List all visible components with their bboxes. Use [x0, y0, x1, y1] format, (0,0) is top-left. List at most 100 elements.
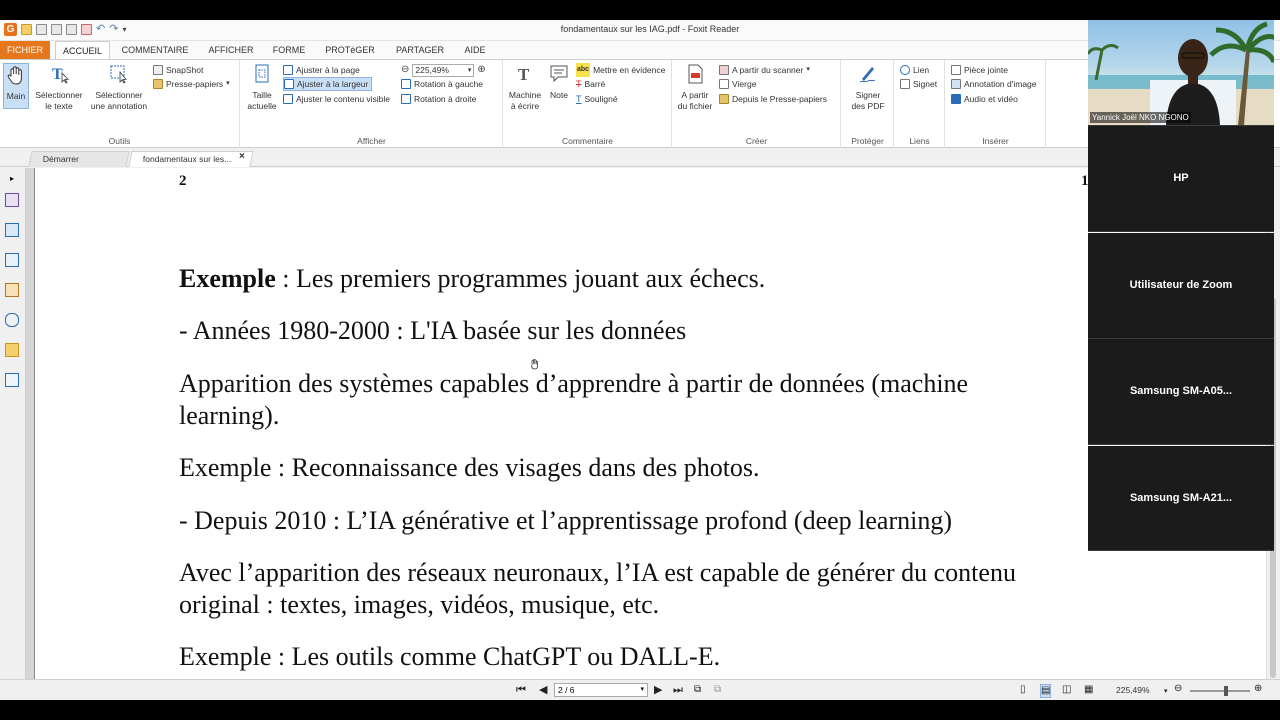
select-annotation-label-2: une annotation — [90, 101, 148, 111]
create-from-file-label-2: du fichier — [677, 101, 713, 111]
status-zoom-value[interactable]: 225,49% — [1116, 685, 1150, 695]
clipboard-dropdown-icon: ▾ — [226, 80, 230, 87]
fit-width-icon — [284, 79, 294, 89]
zoom-slider-knob[interactable] — [1224, 686, 1228, 696]
group-liens: Lien Signet Liens — [895, 60, 945, 148]
tab-fichier[interactable]: FICHIER — [0, 41, 50, 59]
strikeout-button[interactable]: T Barré — [576, 77, 605, 91]
zoom-dropdown-icon[interactable]: ▾ — [1164, 686, 1168, 698]
previous-view-icon[interactable]: ⧉ — [694, 684, 701, 696]
select-annotation-button[interactable]: Sélectionner une annotation — [88, 63, 150, 112]
text-line-7: Avec l’apparition des réseaux neuronaux,… — [179, 558, 1016, 587]
participant-tile-samsung-a05[interactable]: Samsung SM-A05... — [1088, 339, 1274, 445]
fit-width-button[interactable]: Ajuster à la largeur — [283, 77, 373, 91]
audio-video-label: Audio et vidéo — [964, 94, 1018, 104]
previous-page-icon[interactable]: ◀ — [539, 684, 547, 696]
status-zoom-out-icon[interactable]: ⊖ — [1174, 683, 1182, 695]
group-outils: Main T Sélectionner le texte Sélectionne… — [0, 60, 240, 148]
group-label-afficher: Afficher — [357, 136, 386, 146]
continuous-page-icon[interactable]: ▤ — [1040, 684, 1052, 698]
participant-name: Samsung SM-A05... — [1129, 385, 1233, 397]
pages-panel-icon[interactable] — [5, 223, 19, 237]
from-clipboard-button[interactable]: Depuis le Presse-papiers — [719, 92, 827, 106]
tab-commentaire[interactable]: COMMENTAIRE — [114, 41, 196, 59]
from-scanner-label: A partir du scanner — [732, 65, 804, 75]
actual-size-button[interactable]: Taille actuelle — [244, 63, 280, 112]
fit-page-button[interactable]: Ajuster à la page — [283, 63, 360, 77]
pdf-page: 2 1 Exemple : Les premiers programmes jo… — [34, 168, 1266, 699]
underline-label: Souligné — [584, 94, 618, 104]
participant-tile-hp[interactable]: HP — [1088, 126, 1274, 232]
status-zoom-in-icon[interactable]: ⊕ — [1254, 683, 1262, 695]
tab-aide[interactable]: AIDE — [456, 41, 494, 59]
layers-panel-icon[interactable] — [5, 253, 19, 267]
page-number-field[interactable]: 2 / 6 — [554, 683, 648, 697]
underline-button[interactable]: T Souligné — [576, 92, 618, 106]
select-text-button[interactable]: T Sélectionner le texte — [31, 63, 87, 112]
attachments-panel-icon[interactable] — [5, 313, 19, 327]
sign-pdf-button[interactable]: Signer des PDF — [844, 63, 892, 112]
document-view[interactable]: 2 1 Exemple : Les premiers programmes jo… — [26, 168, 1266, 699]
participant-tile-samsung-a21[interactable]: Samsung SM-A21... — [1088, 446, 1274, 551]
actual-size-label-1: Taille — [252, 90, 272, 100]
last-page-icon[interactable]: ⏭ — [673, 684, 683, 696]
facing-pages-icon[interactable]: ◫ — [1062, 684, 1071, 696]
tab-document[interactable]: fondamentaux sur les... — [128, 151, 254, 167]
video-scene — [1088, 21, 1274, 125]
text-line-1-rest: : Les premiers programmes jouant aux éch… — [275, 264, 766, 293]
from-scanner-button[interactable]: A partir du scanner ▾ — [719, 63, 810, 77]
link-button[interactable]: Lien — [900, 63, 929, 77]
group-commentaire: T Machine à écrire Note abc Mettre en év… — [504, 60, 672, 148]
tab-demarrer[interactable]: Démarrer — [28, 151, 130, 167]
snapshot-button[interactable]: SnapShot — [153, 63, 203, 77]
fit-visible-button[interactable]: Ajuster le contenu visible — [283, 92, 390, 106]
blank-button[interactable]: Vierge — [719, 77, 756, 91]
image-annotation-button[interactable]: Annotation d'image — [951, 77, 1037, 91]
typewriter-button[interactable]: T Machine à écrire — [506, 63, 544, 112]
group-label-creer: Créer — [745, 136, 768, 146]
security-panel-icon[interactable] — [5, 343, 19, 357]
participant-name: HP — [1173, 172, 1189, 184]
fit-visible-icon — [283, 94, 293, 104]
snapshot-label: SnapShot — [166, 65, 204, 75]
fit-visible-label: Ajuster le contenu visible — [296, 94, 391, 104]
create-from-file-button[interactable]: A partir du fichier — [675, 63, 715, 112]
zoom-out-icon[interactable]: ⊖ — [401, 63, 409, 77]
audio-video-button[interactable]: Audio et vidéo — [951, 92, 1018, 106]
zoom-in-icon[interactable]: ⊕ — [477, 63, 485, 77]
group-proteger: Signer des PDF Protéger — [842, 60, 894, 148]
next-page-icon[interactable]: ▶ — [654, 684, 662, 696]
note-button[interactable]: Note — [546, 63, 572, 101]
tab-accueil[interactable]: ACCUEIL — [55, 41, 110, 59]
page-number-left: 2 — [179, 173, 187, 189]
snapshot-icon — [153, 65, 163, 75]
tab-afficher[interactable]: AFFICHER — [200, 41, 262, 59]
attachment-button[interactable]: Pièce jointe — [951, 63, 1008, 77]
close-tab-icon[interactable]: × — [239, 151, 245, 162]
signatures-panel-icon[interactable] — [5, 373, 19, 387]
participant-tile-zoom-user[interactable]: Utilisateur de Zoom — [1088, 233, 1274, 339]
expand-panel-icon[interactable]: ▸ — [5, 172, 19, 186]
tab-partager[interactable]: PARTAGER — [388, 41, 452, 59]
group-creer: A partir du fichier A partir du scanner … — [673, 60, 841, 148]
highlight-button[interactable]: abc Mettre en évidence — [576, 63, 665, 77]
rotate-left-button[interactable]: Rotation à gauche — [401, 77, 483, 91]
tab-forme[interactable]: FORME — [266, 41, 312, 59]
bookmark-button[interactable]: Signet — [900, 77, 937, 91]
clipboard-button[interactable]: Presse-papiers ▾ — [153, 77, 230, 91]
continuous-facing-icon[interactable]: ▦ — [1084, 684, 1093, 696]
zoom-combobox[interactable]: 225,49% — [412, 63, 475, 77]
comments-panel-icon[interactable] — [5, 283, 19, 297]
zoom-slider[interactable] — [1190, 686, 1250, 696]
next-view-icon[interactable]: ⧉ — [714, 684, 721, 696]
participant-video-tile[interactable]: Yannick Joël NKO NGONO — [1088, 20, 1274, 126]
single-page-icon[interactable]: ▯ — [1020, 684, 1026, 696]
link-icon — [900, 65, 910, 75]
first-page-icon[interactable]: ⏮ — [516, 684, 526, 696]
pdf-file-icon — [688, 64, 703, 84]
rotate-right-button[interactable]: Rotation à droite — [401, 92, 476, 106]
image-annotation-icon — [951, 79, 961, 89]
tab-proteger[interactable]: PROTéGER — [316, 41, 384, 59]
hand-tool-button[interactable]: Main — [3, 63, 29, 109]
bookmarks-panel-icon[interactable] — [5, 193, 19, 207]
